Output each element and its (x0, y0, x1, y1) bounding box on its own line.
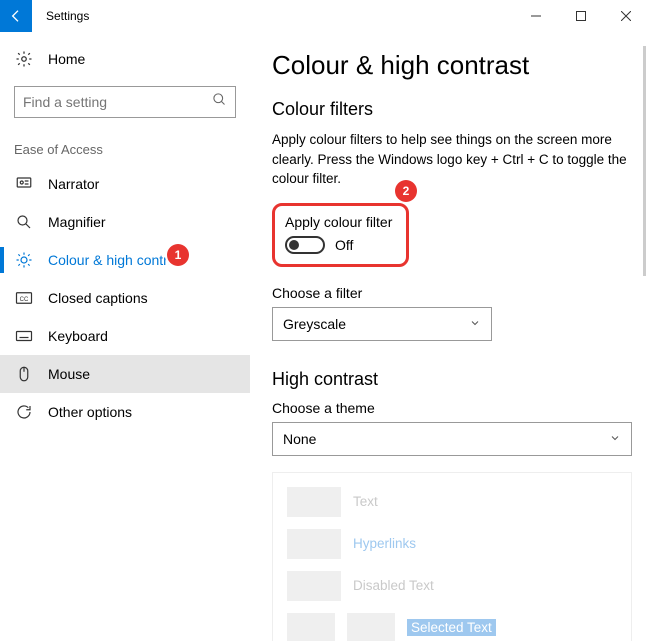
window-title: Settings (46, 9, 513, 23)
sidebar-item-other-options[interactable]: Other options (0, 393, 250, 431)
maximize-button[interactable] (558, 0, 603, 32)
sidebar-item-colour-high-contrast[interactable]: Colour & high contrast (0, 241, 250, 279)
annotation-badge-1: 1 (167, 244, 189, 266)
chevron-down-icon (469, 316, 481, 332)
brightness-icon (14, 251, 34, 269)
preview-label-selected: Selected Text (407, 619, 496, 636)
theme-preview: Text Hyperlinks Disabled Text Selected T… (272, 472, 632, 641)
gear-icon (14, 50, 34, 68)
minimize-button[interactable] (513, 0, 558, 32)
narrator-icon (14, 175, 34, 193)
preview-swatch (287, 571, 341, 601)
sidebar-item-label: Magnifier (48, 214, 106, 230)
close-icon (621, 11, 631, 21)
preview-label-disabled: Disabled Text (353, 578, 434, 593)
apply-colour-filter-toggle[interactable] (285, 236, 325, 254)
sidebar-item-label: Colour & high contrast (48, 252, 187, 268)
magnifier-icon (14, 213, 34, 231)
choose-filter-label: Choose a filter (272, 285, 628, 301)
section-high-contrast: High contrast (272, 369, 628, 390)
svg-text:CC: CC (20, 297, 29, 303)
sidebar-item-narrator[interactable]: Narrator (0, 165, 250, 203)
sidebar-section-label: Ease of Access (0, 132, 250, 165)
main-panel: Colour & high contrast Colour filters Ap… (250, 32, 648, 641)
sidebar-item-mouse[interactable]: Mouse (0, 355, 250, 393)
back-button[interactable] (0, 0, 32, 32)
colour-filters-description: Apply colour filters to help see things … (272, 130, 628, 189)
maximize-icon (576, 11, 586, 21)
apply-colour-filter-label: Apply colour filter (285, 214, 392, 230)
preview-row-hyperlinks: Hyperlinks (287, 529, 617, 559)
sidebar-item-label: Narrator (48, 176, 99, 192)
search-icon (212, 92, 227, 112)
preview-swatch (287, 613, 335, 641)
close-button[interactable] (603, 0, 648, 32)
preview-swatch (287, 529, 341, 559)
sidebar-item-closed-captions[interactable]: CC Closed captions (0, 279, 250, 317)
preview-swatch (287, 487, 341, 517)
sidebar-item-label: Home (48, 51, 85, 67)
theme-select-value: None (283, 431, 316, 447)
preview-row-text: Text (287, 487, 617, 517)
preview-row-selected: Selected Text (287, 613, 617, 641)
keyboard-icon (14, 327, 34, 345)
scrollbar[interactable] (643, 46, 646, 276)
minimize-icon (531, 11, 541, 21)
chevron-down-icon (609, 431, 621, 447)
search-input[interactable] (14, 86, 236, 118)
titlebar: Settings (0, 0, 648, 32)
sidebar-item-magnifier[interactable]: Magnifier (0, 203, 250, 241)
apply-colour-filter-group: Apply colour filter Off (272, 203, 409, 267)
theme-select[interactable]: None (272, 422, 632, 456)
arrow-left-icon (8, 8, 24, 24)
cc-icon: CC (14, 289, 34, 307)
preview-row-disabled: Disabled Text (287, 571, 617, 601)
sidebar-item-keyboard[interactable]: Keyboard (0, 317, 250, 355)
page-title: Colour & high contrast (272, 50, 628, 81)
sidebar-item-label: Other options (48, 404, 132, 420)
sidebar-item-label: Keyboard (48, 328, 108, 344)
sidebar-item-label: Closed captions (48, 290, 148, 306)
preview-label-text: Text (353, 494, 378, 509)
preview-swatch (347, 613, 395, 641)
filter-select[interactable]: Greyscale (272, 307, 492, 341)
choose-theme-label: Choose a theme (272, 400, 628, 416)
toggle-state-text: Off (335, 237, 353, 253)
sidebar-item-label: Mouse (48, 366, 90, 382)
sidebar-item-home[interactable]: Home (0, 40, 250, 78)
sidebar: Home Ease of Access Narrator Magnifier C… (0, 32, 250, 641)
annotation-badge-2: 2 (395, 180, 417, 202)
preview-label-hyperlinks: Hyperlinks (353, 536, 416, 551)
search-field[interactable] (23, 94, 212, 110)
section-colour-filters: Colour filters (272, 99, 628, 120)
refresh-icon (14, 403, 34, 421)
mouse-icon (14, 365, 34, 383)
filter-select-value: Greyscale (283, 316, 346, 332)
